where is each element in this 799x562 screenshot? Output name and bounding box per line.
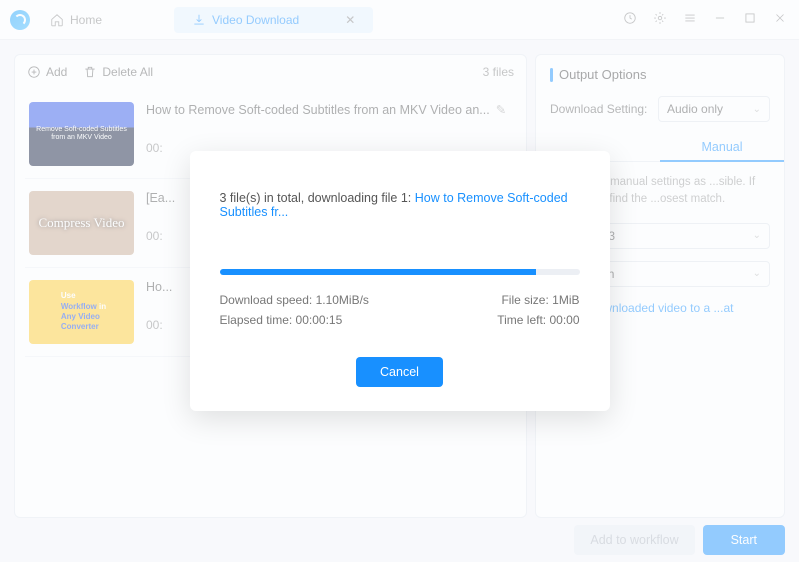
download-speed: Download speed: 1.10MiB/s xyxy=(220,293,369,307)
file-size: File size: 1MiB xyxy=(501,293,579,307)
cancel-button[interactable]: Cancel xyxy=(356,357,443,387)
time-left: Time left: 00:00 xyxy=(497,313,579,327)
progress-bar xyxy=(220,269,580,275)
download-progress-dialog: 3 file(s) in total, downloading file 1: … xyxy=(190,151,610,411)
elapsed-time: Elapsed time: 00:00:15 xyxy=(220,313,343,327)
dialog-status-text: 3 file(s) in total, downloading file 1: … xyxy=(220,191,580,219)
modal-overlay: 3 file(s) in total, downloading file 1: … xyxy=(0,0,799,562)
progress-fill xyxy=(220,269,537,275)
